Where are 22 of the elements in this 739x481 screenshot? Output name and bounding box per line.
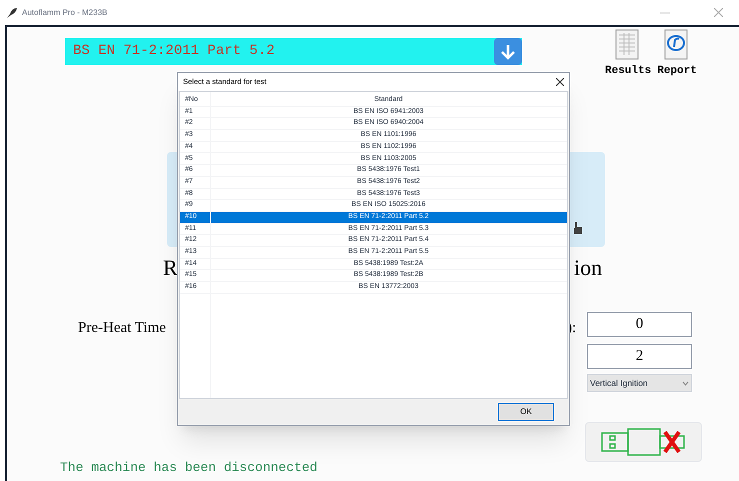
dropdown-arrow-button[interactable] [494, 38, 522, 65]
spreadsheet-icon [615, 29, 642, 61]
connection-button[interactable] [585, 422, 702, 462]
window-title: Autoflamm Pro - M233B [22, 6, 108, 18]
field-label: Pre-Heat Time [78, 319, 166, 338]
feather-icon [6, 6, 18, 18]
chevron-down-icon [682, 380, 689, 386]
usb-plug-icon [600, 428, 684, 456]
input-field[interactable]: 0 [587, 312, 692, 337]
down-arrow-icon [500, 44, 516, 60]
input-field[interactable]: 2 [587, 344, 692, 369]
toolbar-label[interactable]: Results [605, 63, 652, 80]
ok-button[interactable]: OK [498, 403, 554, 421]
ignition-dropdown[interactable]: Vertical Ignition [587, 374, 692, 392]
disconnected-x-icon [662, 430, 680, 454]
close-icon[interactable] [556, 78, 564, 86]
hand-cursor-icon [573, 222, 583, 234]
heading-text: ion [574, 257, 602, 279]
report-icon [664, 29, 690, 61]
heading-text: R [163, 257, 178, 279]
toolbar-label[interactable]: Report [657, 63, 697, 80]
status-message: The machine has been disconnected [60, 459, 318, 477]
